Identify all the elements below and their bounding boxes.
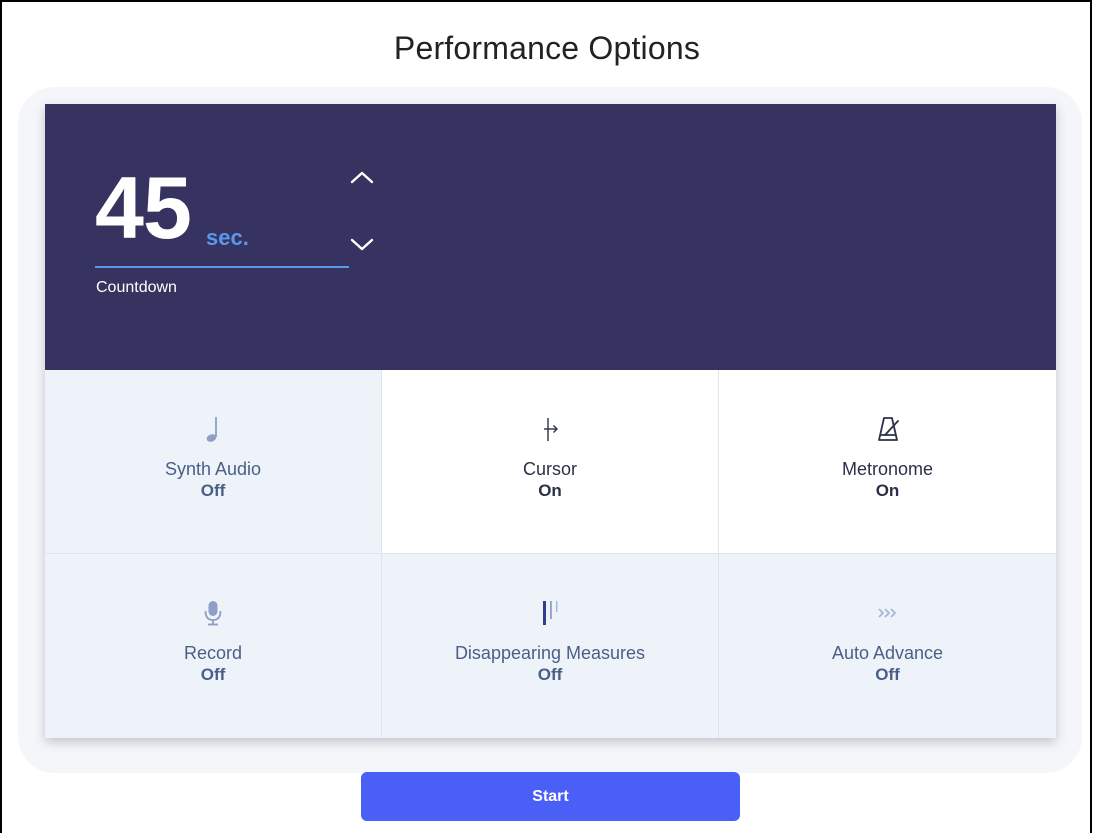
- microphone-icon: [204, 601, 222, 626]
- metronome-toggle[interactable]: Metronome On: [719, 370, 1056, 554]
- auto-advance-toggle[interactable]: Auto Advance Off: [719, 554, 1056, 738]
- options-grid: Synth Audio Off Cursor On Metronome On R…: [45, 370, 1056, 738]
- start-button[interactable]: Start: [361, 772, 740, 821]
- synth-audio-label: Synth Audio: [164, 459, 262, 479]
- cursor-icon: [544, 418, 558, 441]
- countdown-label: Countdown: [96, 279, 177, 296]
- record-state: Off: [200, 665, 226, 684]
- chevron-down-icon: [350, 238, 374, 251]
- music-note-icon: [206, 417, 217, 442]
- countdown-increment-button[interactable]: [345, 164, 379, 190]
- disappearing-measures-icon: [543, 601, 558, 625]
- page-title: Performance Options: [393, 30, 701, 66]
- synth-audio-state: Off: [200, 481, 226, 500]
- auto-advance-label: Auto Advance: [831, 643, 944, 663]
- cursor-label: Cursor: [522, 459, 577, 479]
- disappearing-measures-toggle[interactable]: Disappearing Measures Off: [382, 554, 719, 738]
- auto-advance-icon: [877, 608, 896, 618]
- countdown-unit: sec.: [206, 225, 249, 250]
- options-card: 45 sec. Countdown Synth Audio Off Cursor…: [45, 104, 1056, 738]
- auto-advance-state: Off: [875, 665, 900, 684]
- record-label: Record: [183, 643, 243, 663]
- countdown-panel: 45 sec. Countdown: [45, 104, 1056, 370]
- cursor-toggle[interactable]: Cursor On: [382, 370, 719, 554]
- countdown-decrement-button[interactable]: [345, 232, 379, 258]
- disappearing-measures-label: Disappearing Measures: [454, 643, 646, 663]
- synth-audio-toggle[interactable]: Synth Audio Off: [45, 370, 382, 554]
- metronome-icon: [877, 417, 899, 441]
- disappearing-measures-state: Off: [537, 665, 563, 684]
- chevron-up-icon: [350, 171, 374, 184]
- record-toggle[interactable]: Record Off: [45, 554, 382, 738]
- cursor-state: On: [538, 481, 562, 500]
- metronome-label: Metronome: [841, 459, 934, 479]
- countdown-value[interactable]: 45: [95, 164, 192, 252]
- metronome-state: On: [875, 481, 900, 500]
- countdown-underline: [95, 266, 349, 268]
